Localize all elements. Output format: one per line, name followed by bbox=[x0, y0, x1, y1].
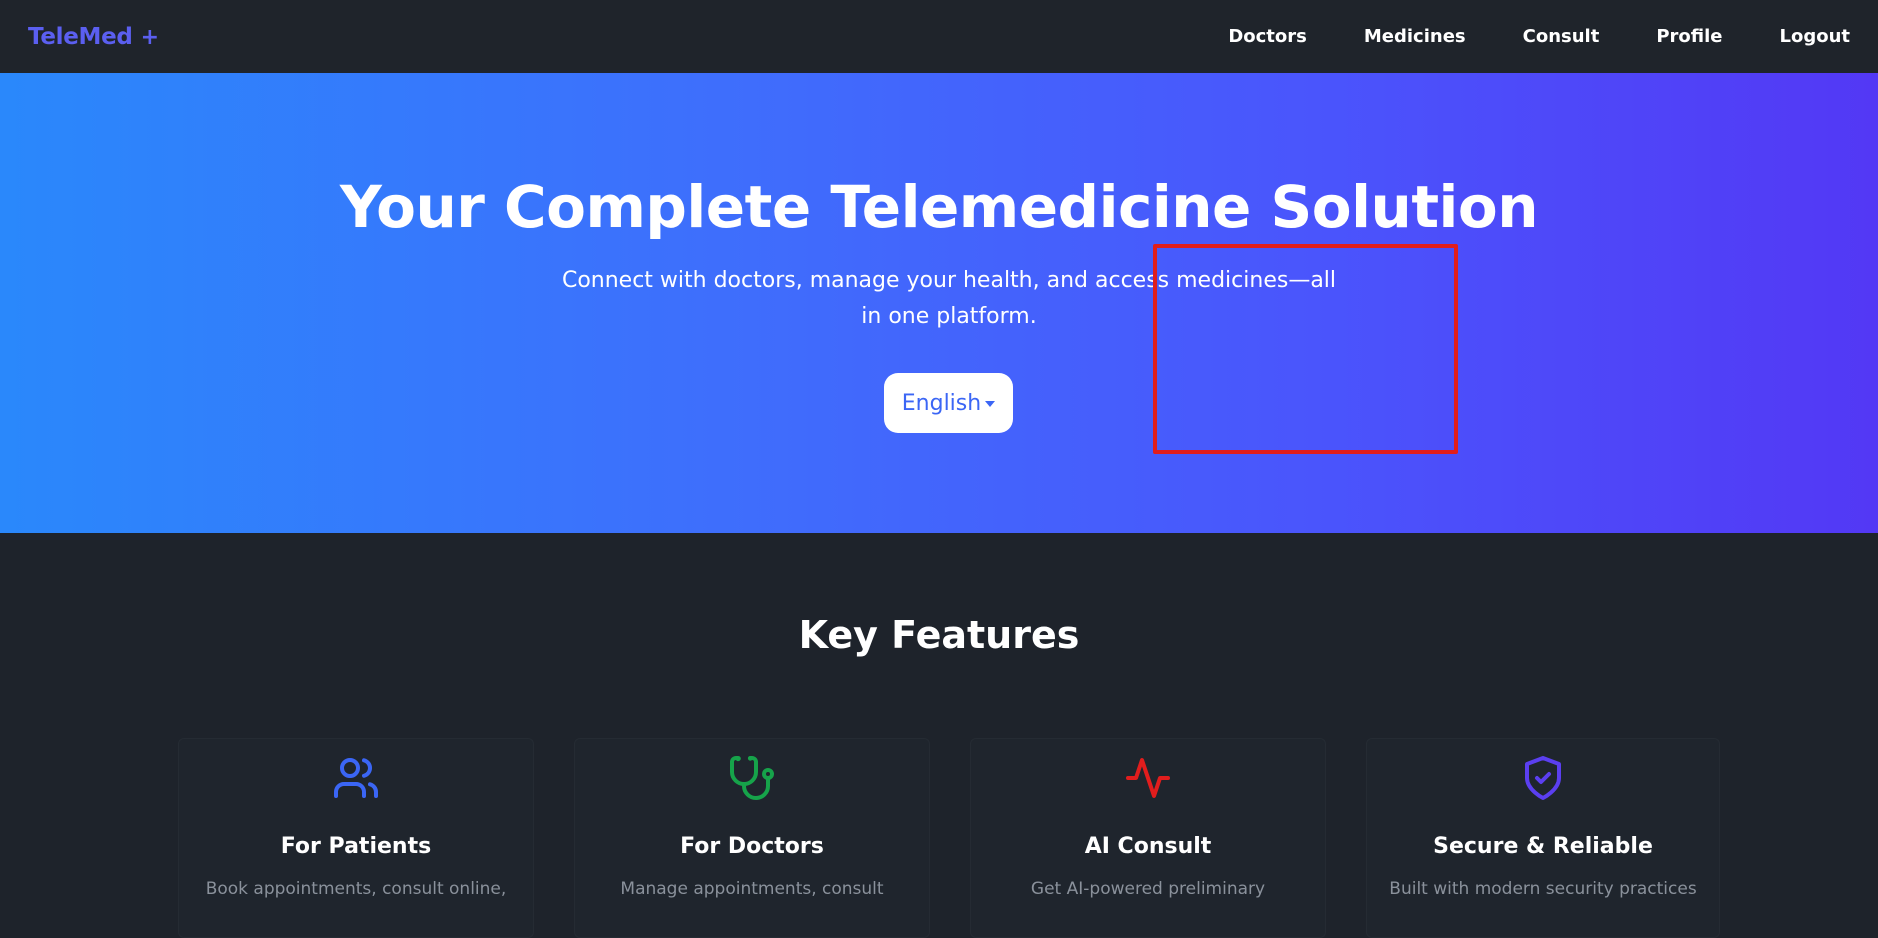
feature-title: AI Consult bbox=[1084, 834, 1212, 859]
feature-description: Get AI-powered preliminary bbox=[1030, 879, 1266, 899]
feature-description: Manage appointments, consult bbox=[620, 879, 884, 899]
nav-profile-link[interactable]: Profile bbox=[1656, 26, 1722, 47]
hero-title: Your Complete Telemedicine Solution bbox=[339, 173, 1539, 241]
feature-title: For Doctors bbox=[680, 834, 824, 859]
caret-down-icon bbox=[985, 401, 996, 407]
feature-card-ai-consult: AI Consult Get AI-powered preliminary bbox=[970, 738, 1326, 938]
feature-card-patients: For Patients Book appointments, consult … bbox=[178, 738, 534, 938]
nav-logout-link[interactable]: Logout bbox=[1779, 26, 1850, 47]
feature-title: Secure & Reliable bbox=[1433, 834, 1653, 859]
activity-icon bbox=[1126, 758, 1170, 798]
nav-consult-link[interactable]: Consult bbox=[1523, 26, 1600, 47]
brand-logo[interactable]: TeleMed + bbox=[28, 24, 159, 50]
nav-doctors-link[interactable]: Doctors bbox=[1228, 26, 1307, 47]
hero-section: Your Complete Telemedicine Solution Conn… bbox=[0, 73, 1878, 533]
feature-card-secure: Secure & Reliable Built with modern secu… bbox=[1366, 738, 1720, 938]
nav-medicines-link[interactable]: Medicines bbox=[1364, 26, 1466, 47]
brand-name: TeleMed bbox=[28, 23, 133, 50]
users-icon bbox=[334, 758, 378, 798]
feature-description: Built with modern security practices bbox=[1389, 879, 1697, 899]
nav-links: Doctors Medicines Consult Profile Logout bbox=[1171, 26, 1850, 47]
feature-description: Book appointments, consult online, bbox=[205, 879, 507, 899]
features-title: Key Features bbox=[798, 613, 1080, 657]
top-navbar: TeleMed + Doctors Medicines Consult Prof… bbox=[0, 0, 1878, 73]
brand-plus: + bbox=[140, 24, 159, 50]
shield-check-icon bbox=[1525, 756, 1561, 800]
features-section: Key Features For Patients Book appointme… bbox=[0, 533, 1878, 938]
language-dropdown[interactable]: English bbox=[884, 373, 1013, 433]
stethoscope-icon bbox=[730, 756, 774, 800]
highlight-box bbox=[1153, 244, 1458, 454]
feature-card-doctors: For Doctors Manage appointments, consult bbox=[574, 738, 930, 938]
language-label: English bbox=[901, 390, 982, 416]
feature-title: For Patients bbox=[280, 834, 432, 859]
